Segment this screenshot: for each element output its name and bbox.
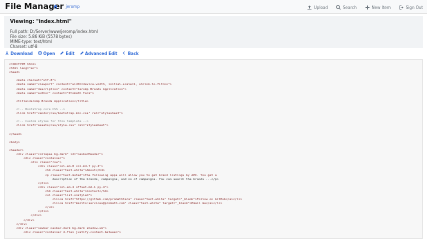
plus-icon [365, 5, 370, 9]
top-navbar: File Manager › jeromp Upload Search New … [0, 0, 427, 14]
open-button[interactable]: Open [37, 50, 56, 56]
edit-label: Edit [65, 50, 75, 56]
advanced-edit-label: Advanced Edit [85, 50, 118, 56]
breadcrumb-item-jeromp[interactable]: jeromp [66, 4, 80, 9]
back-label: Back [127, 50, 139, 56]
file-charset: Charset: utf-8 [10, 44, 38, 49]
download-button[interactable]: Download [5, 51, 33, 56]
sign-out-button[interactable]: Sign Out [399, 5, 423, 10]
back-arrow-icon [123, 51, 126, 55]
open-label: Open [43, 50, 56, 56]
advanced-edit-icon [79, 51, 84, 55]
code-line: <div class="container d-flex justify-con… [9, 229, 121, 234]
advanced-edit-button[interactable]: Advanced Edit [79, 50, 118, 56]
upload-button[interactable]: Upload [307, 5, 328, 10]
nav-actions: Upload Search New Item Sign Out [307, 0, 423, 14]
back-button[interactable]: Back [122, 50, 139, 56]
open-icon [37, 51, 42, 55]
edit-button[interactable]: Edit [60, 50, 75, 56]
sign-out-label: Sign Out [405, 4, 423, 10]
upload-icon [307, 5, 312, 9]
edit-icon [60, 51, 64, 55]
new-item-button[interactable]: New Item [365, 5, 391, 10]
upload-label: Upload [313, 4, 328, 10]
breadcrumb-separator: › [61, 4, 63, 9]
file-actions-toolbar: Download Open Edit Advanced Edit Back [5, 50, 139, 56]
app-title: File Manager [5, 2, 64, 11]
search-label: Search [342, 4, 357, 10]
download-label: Download [10, 50, 33, 56]
sign-out-icon [399, 5, 404, 9]
search-icon [336, 4, 341, 10]
breadcrumb: › jeromp [53, 4, 80, 9]
search-button[interactable]: Search [336, 5, 357, 10]
new-item-label: New Item [371, 4, 391, 10]
file-info-panel: Viewing: "index.html" Full path: D:/Serv… [4, 16, 423, 49]
code-viewer[interactable]: <!DOCTYPE html> <html lang="en"> <head> <m… [4, 59, 423, 239]
download-icon [5, 51, 9, 55]
home-icon[interactable] [53, 4, 58, 9]
